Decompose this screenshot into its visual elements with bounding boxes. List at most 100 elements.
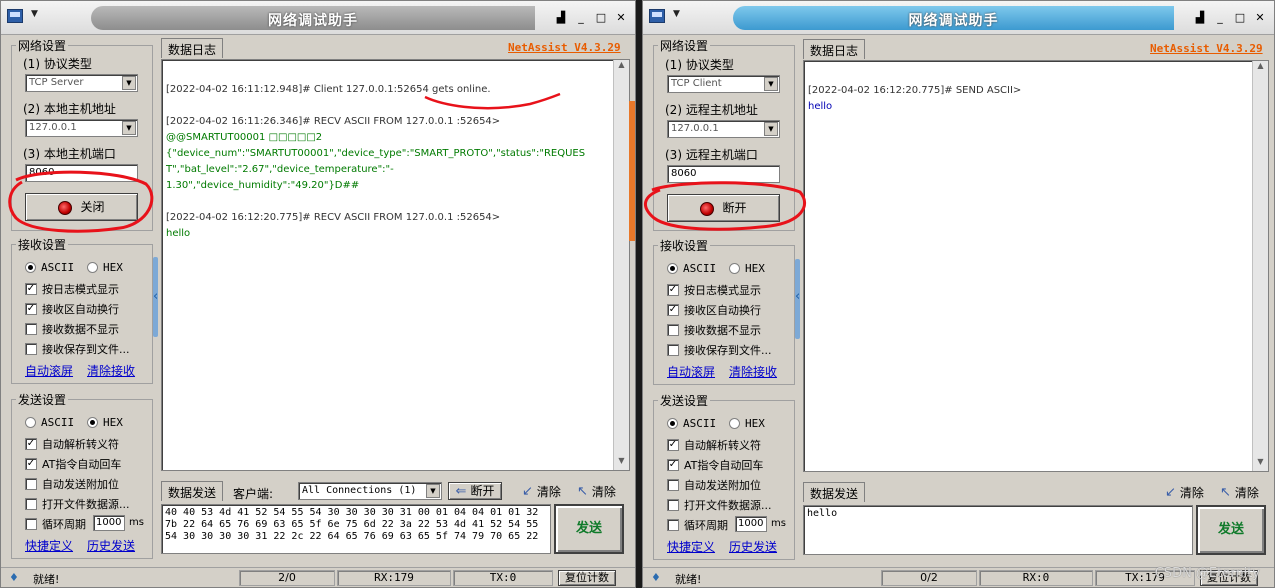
pin-icon[interactable]: ▟ xyxy=(1192,10,1208,25)
disconnect-client-button[interactable]: ⇐ 断开 xyxy=(448,482,502,500)
send-ascii-radio[interactable]: ASCII xyxy=(667,417,716,430)
send-opt-file-source[interactable]: 打开文件数据源... xyxy=(667,497,772,513)
recv-opt-auto-wrap[interactable]: ✓ 接收区自动换行 xyxy=(667,302,761,318)
app-icon[interactable] xyxy=(649,9,665,23)
checkbox-icon xyxy=(25,518,37,530)
recv-opt-label: 按日志模式显示 xyxy=(42,283,119,296)
scroll-up-icon[interactable]: ▲ xyxy=(614,60,629,74)
recv-opt-label: 接收区自动换行 xyxy=(684,304,761,317)
recv-opt-log-mode[interactable]: ✓ 按日志模式显示 xyxy=(25,281,119,297)
maximize-icon[interactable]: □ xyxy=(593,10,609,25)
tab-data-send[interactable]: 数据发送 xyxy=(161,481,224,501)
port-input[interactable]: 8060 xyxy=(667,165,780,183)
scroll-down-icon[interactable]: ▼ xyxy=(614,456,629,470)
chevron-down-icon[interactable]: ▼ xyxy=(122,121,136,135)
clear-log-button[interactable]: ↙ 清除 xyxy=(1165,484,1204,501)
send-opt-at-cr[interactable]: ✓ AT指令自动回车 xyxy=(667,457,763,473)
watermark: CSDN @Eternity xyxy=(1154,566,1260,581)
clear-recv-link[interactable]: 清除接收 xyxy=(87,362,135,379)
recv-ascii-radio[interactable]: ASCII xyxy=(667,262,716,275)
close-connection-button[interactable]: 关闭 xyxy=(25,193,138,221)
collapse-left-icon[interactable]: ‹ xyxy=(795,289,800,304)
history-link[interactable]: 历史发送 xyxy=(87,537,135,554)
recv-hex-radio[interactable]: HEX xyxy=(87,261,123,274)
client-select[interactable]: All Connections (1) ▼ xyxy=(298,482,442,500)
version-link[interactable]: NetAssist V4.3.29 xyxy=(1150,42,1263,55)
port-label: (3) 远程主机端口 xyxy=(665,148,758,162)
send-opt-file-source[interactable]: 打开文件数据源... xyxy=(25,496,130,512)
minimize-icon[interactable]: _ xyxy=(1212,10,1228,25)
version-link[interactable]: NetAssist V4.3.29 xyxy=(508,41,621,54)
clear-send-button[interactable]: ↖ 清除 xyxy=(577,483,616,500)
close-icon[interactable]: ✕ xyxy=(613,10,629,25)
recv-ascii-radio[interactable]: ASCII xyxy=(25,261,74,274)
send-ascii-radio[interactable]: ASCII xyxy=(25,416,74,429)
status-bar: ♦ 就绪! 2/0 RX:179 TX:0 复位计数 xyxy=(1,567,635,587)
log-view[interactable]: [2022-04-02 16:11:12.948]# Client 127.0.… xyxy=(161,59,630,471)
protocol-select[interactable]: TCP Server ▼ xyxy=(25,74,138,92)
clear-log-button[interactable]: ↙ 清除 xyxy=(522,483,561,500)
system-menu-chevron-icon[interactable]: ▼ xyxy=(673,9,680,19)
send-hex-radio[interactable]: HEX xyxy=(729,417,765,430)
clear-recv-link[interactable]: 清除接收 xyxy=(729,363,777,380)
app-icon[interactable] xyxy=(7,9,23,23)
recv-hex-label: HEX xyxy=(103,261,123,274)
send-button[interactable]: 发送 xyxy=(1196,505,1266,555)
recv-opt-auto-wrap[interactable]: ✓ 接收区自动换行 xyxy=(25,301,119,317)
send-hex-radio[interactable]: HEX xyxy=(87,416,123,429)
chevron-down-icon[interactable]: ▼ xyxy=(764,77,778,91)
chevron-down-icon[interactable]: ▼ xyxy=(426,484,440,498)
send-opt-append[interactable]: 自动发送附加位 xyxy=(25,476,119,492)
log-scrollbar[interactable]: ▲ ▼ xyxy=(1252,61,1268,471)
send-opt-cycle[interactable]: 循环周期 xyxy=(667,517,728,533)
tab-data-log[interactable]: 数据日志 xyxy=(803,39,866,59)
send-text-line: hello xyxy=(807,508,838,519)
auto-scroll-link[interactable]: 自动滚屏 xyxy=(25,362,73,379)
history-link[interactable]: 历史发送 xyxy=(729,538,777,555)
protocol-select[interactable]: TCP Client ▼ xyxy=(667,75,780,93)
reset-count-button[interactable]: 复位计数 xyxy=(558,570,616,586)
maximize-icon[interactable]: □ xyxy=(1232,10,1248,25)
port-input[interactable]: 8060 xyxy=(25,164,138,182)
tab-data-log[interactable]: 数据日志 xyxy=(161,38,224,58)
send-opt-escape[interactable]: ✓ 自动解析转义符 xyxy=(667,437,761,453)
cycle-input[interactable]: 1000 xyxy=(735,516,767,532)
shortcut-link[interactable]: 快捷定义 xyxy=(667,538,715,555)
scroll-down-icon[interactable]: ▼ xyxy=(1253,457,1268,471)
close-icon[interactable]: ✕ xyxy=(1252,10,1268,25)
host-select[interactable]: 127.0.0.1 ▼ xyxy=(25,119,138,137)
recv-opt-hide-data[interactable]: 接收数据不显示 xyxy=(25,321,119,337)
send-button[interactable]: 发送 xyxy=(554,504,624,554)
recv-opt-save-file[interactable]: 接收保存到文件... xyxy=(667,342,772,358)
cycle-input[interactable]: 1000 xyxy=(93,515,125,531)
send-input[interactable]: 40 40 53 4d 41 52 54 55 54 30 30 30 30 3… xyxy=(161,504,551,554)
pin-icon[interactable]: ▟ xyxy=(553,10,569,25)
send-opt-cycle[interactable]: 循环周期 xyxy=(25,516,86,532)
recv-opt-save-file[interactable]: 接收保存到文件... xyxy=(25,341,130,357)
log-view[interactable]: [2022-04-02 16:12:20.775]# SEND ASCII> h… xyxy=(803,60,1269,472)
recv-opt-hide-data[interactable]: 接收数据不显示 xyxy=(667,322,761,338)
shortcut-link[interactable]: 快捷定义 xyxy=(25,537,73,554)
recv-hex-radio[interactable]: HEX xyxy=(729,262,765,275)
recv-opt-log-mode[interactable]: ✓ 按日志模式显示 xyxy=(667,282,761,298)
send-opt-at-cr[interactable]: ✓ AT指令自动回车 xyxy=(25,456,121,472)
send-input[interactable]: hello xyxy=(803,505,1193,555)
recv-opt-label: 接收保存到文件... xyxy=(42,343,130,356)
chevron-down-icon[interactable]: ▼ xyxy=(122,76,136,90)
send-settings-title: 发送设置 xyxy=(658,392,711,409)
auto-scroll-link[interactable]: 自动滚屏 xyxy=(667,363,715,380)
send-hex-line: 54 30 30 30 30 31 22 2c 22 64 65 76 69 6… xyxy=(165,531,539,542)
log-scrollbar[interactable]: ▲ ▼ xyxy=(613,60,629,470)
disconnect-button[interactable]: 断开 xyxy=(667,194,780,222)
clear-label: 清除 xyxy=(1234,486,1259,500)
minimize-icon[interactable]: _ xyxy=(573,10,589,25)
tab-data-send[interactable]: 数据发送 xyxy=(803,482,866,502)
send-opt-escape[interactable]: ✓ 自动解析转义符 xyxy=(25,436,119,452)
host-select[interactable]: 127.0.0.1 ▼ xyxy=(667,120,780,138)
scroll-up-icon[interactable]: ▲ xyxy=(1253,61,1268,75)
chevron-down-icon[interactable]: ▼ xyxy=(764,122,778,136)
clear-send-button[interactable]: ↖ 清除 xyxy=(1220,484,1259,501)
collapse-left-icon[interactable]: ‹ xyxy=(153,289,158,304)
send-opt-append[interactable]: 自动发送附加位 xyxy=(667,477,761,493)
system-menu-chevron-icon[interactable]: ▼ xyxy=(31,9,38,19)
